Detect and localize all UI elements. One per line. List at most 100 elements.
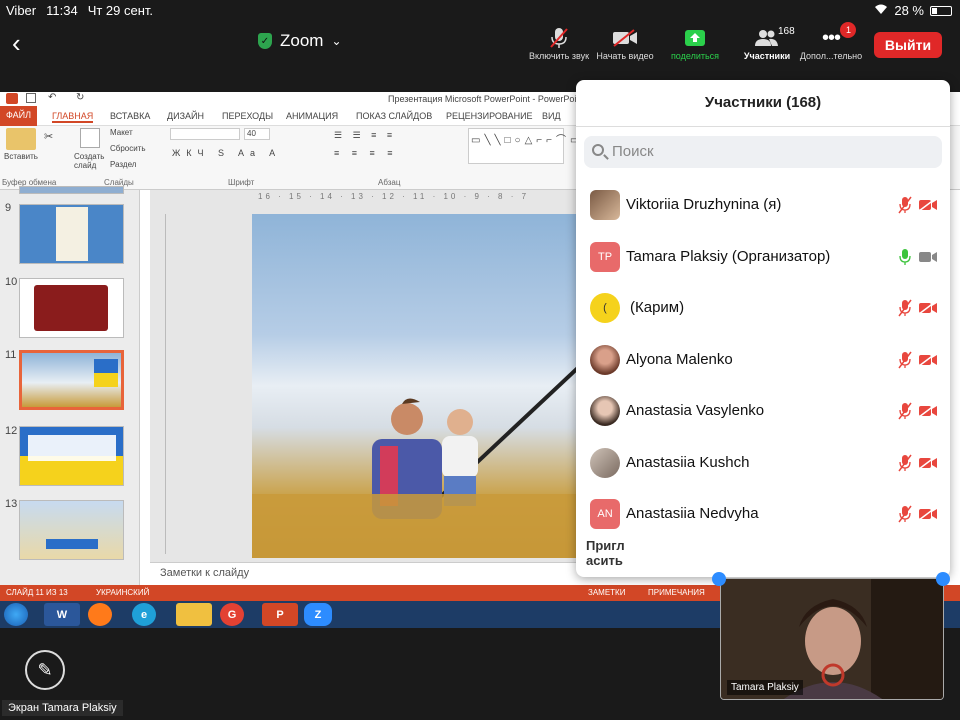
language-indicator[interactable]: УКРАИНСКИЙ — [96, 588, 149, 597]
slide-thumbnail-13[interactable] — [19, 500, 124, 560]
meeting-toolbar: ‹ ✓ Zoom ⌄ Включить звук Начать видео по… — [0, 20, 960, 68]
tab-insert[interactable]: ВСТАВКА — [110, 111, 150, 121]
participant-name: Anastasiia Kushch — [626, 453, 750, 471]
slide-thumbnail-12[interactable] — [19, 426, 124, 486]
tab-view[interactable]: ВИД — [542, 111, 561, 121]
windows-start-icon[interactable] — [4, 603, 28, 626]
group-paragraph: Абзац — [378, 178, 401, 187]
tile-handle-icon[interactable] — [936, 572, 950, 586]
participant-row[interactable]: AN Anastasiia Nedvyha — [576, 489, 950, 539]
participant-name: Viktoriia Druzhynina (я) — [626, 196, 782, 213]
people-icon: 168 — [736, 25, 798, 51]
host-video-tile[interactable]: Tamara Plaksiy — [720, 578, 944, 700]
slide-thumbnail-9[interactable] — [19, 204, 124, 264]
redo-icon[interactable]: ↻ — [76, 92, 84, 103]
new-slide-button[interactable]: Создать слайд — [74, 152, 108, 170]
video-icon — [918, 250, 938, 264]
unmute-button[interactable]: Включить звук — [526, 25, 592, 61]
zoom-taskbar-icon[interactable]: Z — [304, 603, 332, 626]
participant-search-input[interactable]: Поиск — [584, 136, 942, 168]
tab-design[interactable]: ДИЗАЙН — [167, 111, 204, 121]
slide-indicator: СЛАЙД 11 ИЗ 13 — [6, 588, 68, 597]
mic-muted-icon — [898, 351, 912, 369]
avatar — [590, 344, 620, 375]
leave-button[interactable]: Выйти — [874, 32, 942, 58]
undo-icon[interactable]: ↶ — [48, 92, 56, 103]
participant-name: (Карим) — [630, 299, 685, 316]
video-off-icon — [592, 25, 658, 51]
participant-row[interactable]: Anastasia Vasylenko — [576, 386, 950, 436]
font-format-icons[interactable]: ЖКЧ S Aa A — [172, 148, 281, 158]
font-size-field[interactable]: 40 — [244, 128, 270, 140]
father-son-flag-photo — [252, 362, 582, 558]
start-video-button[interactable]: Начать видео — [592, 25, 658, 61]
video-off-icon — [918, 301, 938, 315]
avatar: ( — [590, 293, 620, 323]
tab-animation[interactable]: АНИМАЦИЯ — [286, 111, 338, 121]
participants-panel: Участники (168) Поиск Viktoriia Druzhyni… — [576, 80, 950, 577]
back-chevron-icon[interactable]: ‹ — [12, 28, 21, 59]
slide-thumbnail-8[interactable] — [19, 186, 124, 194]
horizontal-ruler: 16 · 15 · 14 · 13 · 12 · 11 · 10 · 9 · 8… — [258, 192, 530, 201]
layout-button[interactable]: Макет — [110, 128, 133, 137]
invite-button[interactable]: Пригл асить — [586, 538, 625, 568]
participant-row[interactable]: Viktoriia Druzhynina (я) — [576, 180, 950, 230]
powerpoint-taskbar-icon[interactable]: P — [262, 603, 298, 626]
ppt-window-title: Презентация Microsoft PowerPoint - Power… — [388, 94, 584, 104]
slide-thumbnail-10[interactable] — [19, 278, 124, 338]
notes-toggle[interactable]: ЗАМЕТКИ — [588, 588, 625, 597]
list-icons[interactable]: ☰ ☰ ≡ ≡ — [334, 130, 396, 141]
zoom-window: Viber 11:34 Чт 29 сент. 28 % ‹ ✓ Zoom ⌄ … — [0, 0, 960, 720]
vertical-ruler — [156, 214, 166, 554]
share-button[interactable]: поделиться — [662, 25, 728, 61]
reset-button[interactable]: Сбросить — [110, 144, 146, 153]
participant-row[interactable]: ( (Карим) — [576, 283, 950, 333]
meeting-title[interactable]: ✓ Zoom ⌄ — [258, 31, 342, 51]
save-icon[interactable] — [26, 93, 36, 103]
align-icons[interactable]: ≡ ≡ ≡ ≡ — [334, 148, 398, 158]
host-video-name: Tamara Plaksiy — [727, 680, 803, 695]
participant-row[interactable]: Anastasiia Kushch — [576, 438, 950, 488]
section-button[interactable]: Раздел — [110, 160, 136, 169]
comments-toggle[interactable]: ПРИМЕЧАНИЯ — [648, 588, 705, 597]
cut-icon[interactable]: ✂ — [44, 130, 53, 143]
mic-muted-icon — [898, 402, 912, 420]
edge-icon[interactable]: e — [132, 603, 156, 626]
mic-muted-icon — [898, 196, 912, 214]
participants-button[interactable]: 168 Участники — [736, 25, 798, 61]
file-explorer-icon[interactable] — [176, 603, 212, 626]
share-label: поделиться — [670, 51, 720, 61]
avatar — [590, 396, 620, 426]
participant-name: Alyona Malenko — [626, 350, 733, 368]
tab-review[interactable]: РЕЦЕНЗИРОВАНИЕ — [446, 111, 533, 121]
group-font: Шрифт — [228, 178, 255, 187]
share-arrow-icon — [662, 25, 728, 51]
battery-percent: 28 % — [894, 3, 924, 18]
participant-row[interactable]: TP Tamara Plaksiy (Организатор) — [576, 232, 950, 282]
back-to-app-link[interactable]: Viber — [6, 3, 36, 18]
chrome-icon[interactable]: G — [220, 603, 244, 626]
more-label: Допол...тельно — [799, 51, 863, 61]
tab-slideshow[interactable]: ПОКАЗ СЛАЙДОВ — [356, 111, 432, 121]
more-badge: 1 — [840, 22, 856, 38]
firefox-icon[interactable] — [88, 603, 112, 626]
annotate-pen-button[interactable]: ✎ — [25, 650, 65, 690]
slide-number: 10 — [5, 276, 18, 288]
word-icon[interactable]: W — [44, 603, 80, 626]
slide-thumbnail-11-selected[interactable] — [19, 350, 124, 410]
font-name-field[interactable] — [170, 128, 240, 140]
tab-file[interactable]: ФАЙЛ — [0, 106, 38, 126]
more-button[interactable]: ••• 1 Допол...тельно — [798, 22, 864, 61]
tab-transitions[interactable]: ПЕРЕХОДЫ — [222, 111, 273, 121]
participants-panel-title: Участники (168) — [704, 94, 822, 111]
chevron-down-icon: ⌄ — [331, 34, 342, 48]
slide-notes-field[interactable]: Заметки к слайду — [150, 562, 580, 584]
shapes-gallery[interactable]: ▭╲╲□○△⌐⌐⌒▭ — [468, 128, 579, 164]
paste-button[interactable]: Вставить — [4, 152, 38, 161]
tab-home[interactable]: ГЛАВНАЯ — [52, 111, 94, 123]
tile-handle-icon[interactable] — [712, 572, 726, 586]
avatar — [590, 190, 620, 220]
participants-label: Участники — [743, 51, 791, 61]
current-slide-image[interactable] — [252, 214, 582, 558]
participant-row[interactable]: Alyona Malenko — [576, 335, 950, 385]
